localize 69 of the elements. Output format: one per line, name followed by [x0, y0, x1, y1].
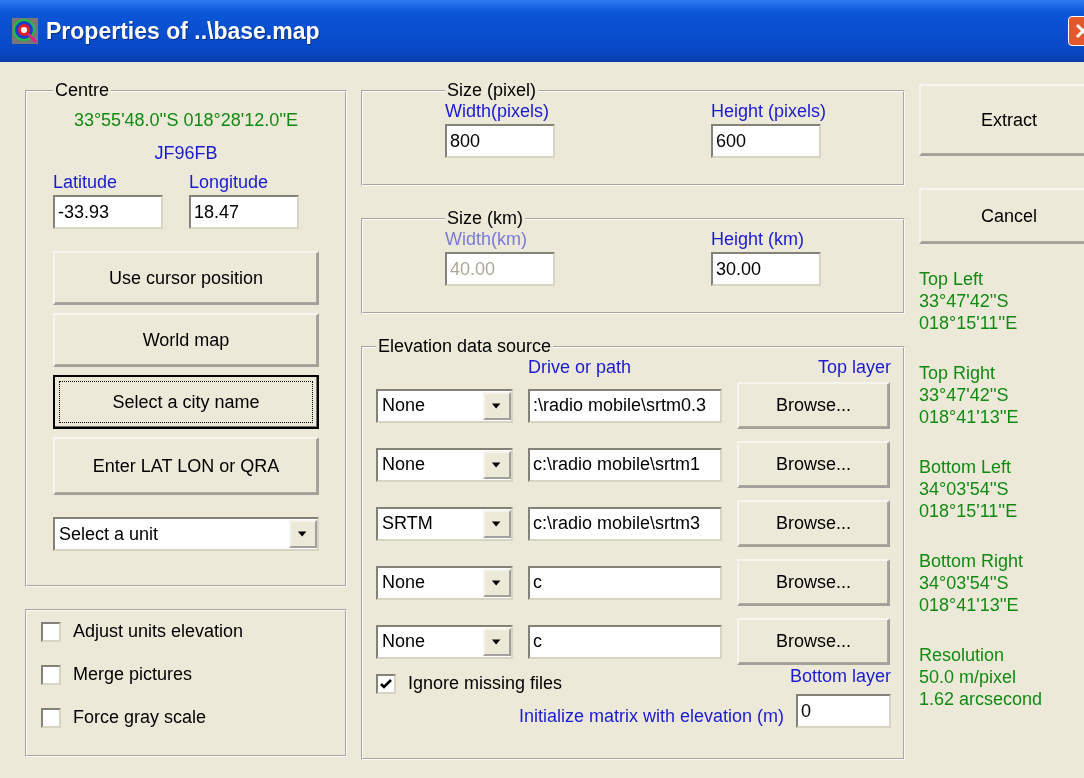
app-icon	[12, 18, 38, 44]
column-header: Drive or path	[528, 357, 632, 378]
info-value: 018°41'13''E	[919, 406, 1020, 428]
group-title: Size (km)	[446, 208, 524, 229]
layer-label: Bottom layer	[789, 666, 891, 687]
dropdown[interactable]: Select a unit	[53, 517, 319, 551]
dropdown[interactable]: None	[376, 565, 513, 600]
action-button[interactable]: Use cursor position	[53, 251, 319, 305]
info-label: Bottom Left	[919, 456, 1013, 478]
browse-button[interactable]: Browse...	[737, 559, 890, 606]
info-label: Top Right	[919, 362, 997, 384]
text-field[interactable]: 600	[711, 124, 821, 158]
info-value: 50.0 m/pixel	[919, 666, 1018, 688]
path-field[interactable]: c:\radio mobile\srtm1	[528, 447, 722, 482]
dropdown[interactable]: SRTM	[376, 506, 513, 541]
browse-button[interactable]: Browse...	[737, 382, 890, 429]
group-title: Centre	[54, 80, 111, 101]
action-button[interactable]: Select a city name	[53, 375, 319, 429]
info-value: 018°41'13''E	[919, 594, 1020, 616]
info-value: 018°15'11''E	[919, 500, 1019, 522]
checkbox[interactable]	[41, 707, 61, 728]
text-field[interactable]: -33.93	[53, 195, 163, 229]
dropdown[interactable]: None	[376, 388, 513, 423]
window-title: Properties of ..\base.map	[46, 17, 321, 45]
checkbox[interactable]	[376, 673, 396, 694]
info-value: 33°47'42''S	[919, 290, 1010, 312]
action-button[interactable]: World map	[53, 313, 319, 367]
browse-button[interactable]: Browse...	[737, 441, 890, 488]
group-title: Elevation data source	[377, 336, 553, 357]
group-title: Size (pixel)	[446, 80, 538, 101]
field-label: Height (pixels)	[711, 101, 828, 122]
checkbox[interactable]	[41, 621, 61, 642]
field-label: Height (km)	[711, 229, 805, 250]
checkbox-label: Force gray scale	[73, 707, 207, 728]
info-value: 34°03'54''S	[919, 572, 1010, 594]
checkbox-label: Adjust units elevation	[73, 621, 244, 642]
info-label: Bottom Right	[919, 550, 1025, 572]
field-label: Longitude	[189, 172, 270, 193]
dialog-button[interactable]: Cancel	[919, 188, 1084, 244]
dropdown[interactable]: None	[376, 447, 513, 482]
info-value: 1.62 arcsecond	[919, 688, 1044, 710]
path-field[interactable]: :\radio mobile\srtm0.3	[528, 388, 722, 423]
locator-text: JF96FB	[153, 143, 219, 164]
dialog-button[interactable]: Extract	[919, 84, 1084, 156]
path-field[interactable]: c	[528, 624, 722, 659]
action-button[interactable]: Enter LAT LON or QRA	[53, 437, 319, 495]
text-field[interactable]: 800	[445, 124, 555, 158]
info-label: Top Left	[919, 268, 985, 290]
info-value: 34°03'54''S	[919, 478, 1010, 500]
browse-button[interactable]: Browse...	[737, 618, 890, 665]
field-label: Initialize matrix with elevation (m)	[518, 705, 784, 727]
info-value: 018°15'11''E	[919, 312, 1019, 334]
text-field[interactable]: 30.00	[711, 252, 821, 286]
field-label: Width(pixels)	[445, 101, 551, 122]
dropdown[interactable]: None	[376, 624, 513, 659]
field-label: Width(km)	[445, 229, 528, 250]
info-label: Resolution	[919, 644, 1006, 666]
path-field[interactable]: c	[528, 565, 722, 600]
checkbox-label: Ignore missing files	[408, 673, 563, 694]
browse-button[interactable]: Browse...	[737, 500, 890, 547]
checkbox[interactable]	[41, 664, 61, 685]
info-value: 33°47'42''S	[919, 384, 1010, 406]
text-field[interactable]: 18.47	[189, 195, 299, 229]
layer-label: Top layer	[817, 357, 891, 378]
elevation-field[interactable]: 0	[796, 694, 891, 728]
path-field[interactable]: c:\radio mobile\srtm3	[528, 506, 722, 541]
coordinates-text: 33°55'48.0''S 018°28'12.0''E	[72, 109, 300, 131]
checkbox-label: Merge pictures	[73, 664, 193, 685]
field-label: Latitude	[53, 172, 119, 193]
